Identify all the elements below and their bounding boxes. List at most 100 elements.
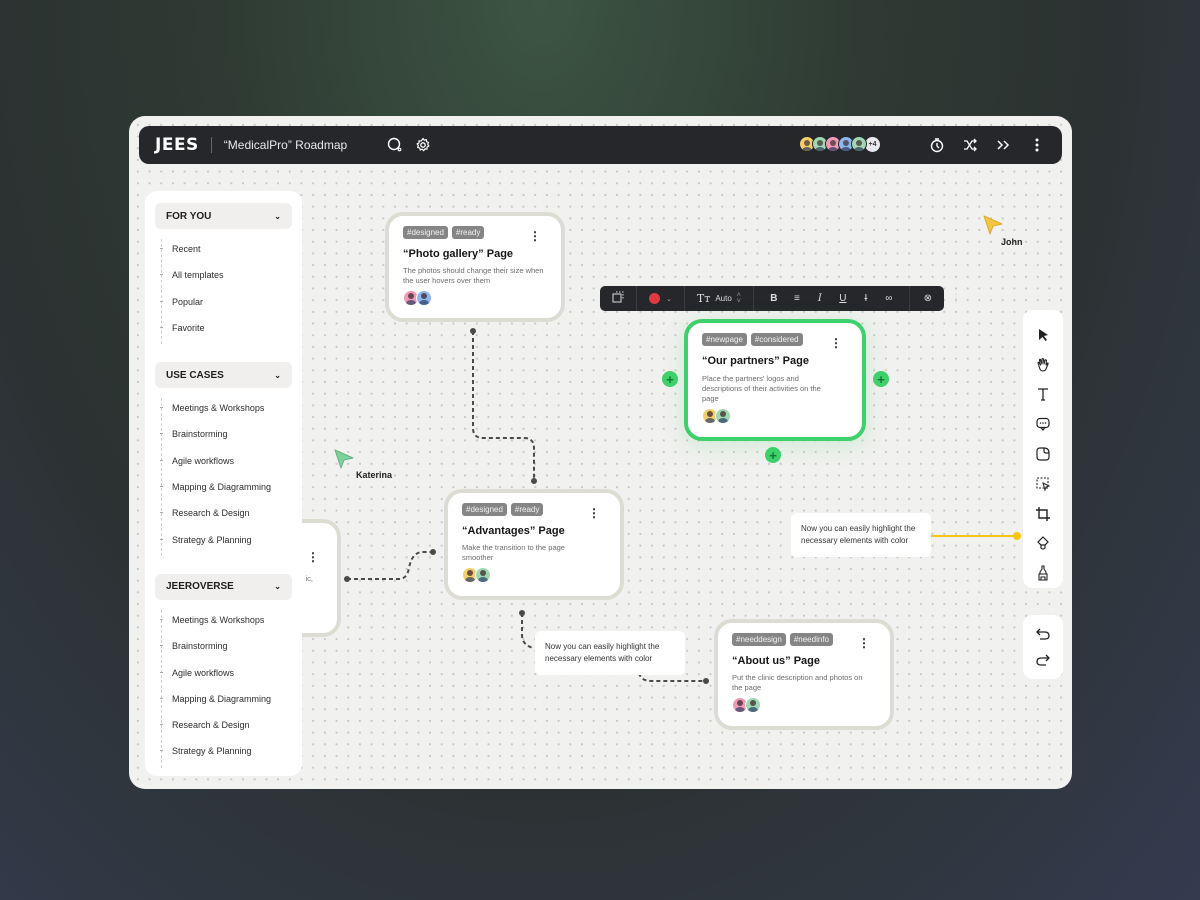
section-title: JEEROVERSE — [166, 581, 234, 593]
board-title[interactable]: “MedicalPro” Roadmap — [224, 138, 347, 152]
frame-icon[interactable] — [610, 291, 626, 306]
card-menu-button[interactable]: ⋮ — [830, 337, 842, 349]
section-use-cases[interactable]: USE CASES ⌄ — [155, 362, 292, 389]
sidebar-item-favorite[interactable]: Favorite — [160, 318, 292, 344]
connector-left-to-advantages — [347, 551, 433, 580]
sidebar-item[interactable]: Strategy & Planning — [160, 530, 292, 556]
format-toolbar: ⌄ Tт Auto ˄ ˅ B ≡ I U I ∞ ⊗ ⋮ — [600, 286, 961, 311]
more-vertical-icon[interactable]: ⋮ — [948, 293, 964, 304]
connector-node — [703, 678, 709, 684]
sidebar: FOR YOU ⌄ Recent All templates Popular F… — [145, 191, 302, 776]
text-size-icon: Tт — [696, 292, 711, 305]
color-swatch[interactable] — [649, 293, 660, 304]
sidebar-item[interactable]: Strategy & Planning — [160, 741, 292, 767]
font-size-value[interactable]: Auto — [715, 294, 731, 303]
cursor-label: John — [1001, 237, 1023, 247]
tag[interactable]: #needinfo — [789, 633, 833, 646]
card-description: Make the transition to the page smoother — [462, 543, 565, 562]
add-connection-right-button[interactable]: + — [873, 371, 889, 387]
font-size-control[interactable]: Tт Auto ˄ ˅ — [685, 286, 754, 311]
strikethrough-icon[interactable]: I — [858, 293, 874, 304]
sidebar-item-recent[interactable]: Recent — [160, 239, 292, 265]
tag[interactable]: #ready — [510, 503, 544, 516]
card-our-partners[interactable]: #newpage #considered ⋮ “Our partners” Pa… — [684, 319, 866, 441]
hand-icon[interactable] — [1032, 350, 1054, 380]
toolbar-group: ⊗ ⋮ — [910, 286, 974, 311]
tag[interactable]: #ready — [451, 226, 485, 239]
select-area-icon[interactable] — [1032, 469, 1054, 499]
avatar[interactable] — [416, 290, 432, 306]
sidebar-item[interactable]: Mapping & Diagramming — [160, 689, 292, 715]
section-for-you[interactable]: FOR YOU ⌄ — [155, 203, 292, 229]
sidebar-item[interactable]: Research & Design — [160, 715, 292, 741]
section-jeeroverse[interactable]: JEEROVERSE ⌄ — [155, 573, 292, 600]
pointer-icon[interactable] — [1032, 320, 1054, 350]
underline-icon[interactable]: U — [835, 293, 851, 304]
color-picker[interactable]: ⌄ — [637, 286, 685, 311]
app-window: JEES “MedicalPro” Roadmap +4 ⋮ ic, FOR Y… — [129, 116, 1072, 789]
align-center-icon[interactable]: ≡ — [789, 293, 805, 304]
card-menu-button[interactable]: ⋮ — [307, 551, 319, 563]
tag[interactable]: #needdesign — [732, 633, 786, 646]
card-menu-button[interactable]: ⋮ — [529, 230, 541, 242]
card-description: Put the clinic description and photos on… — [732, 673, 863, 692]
card-title: “Our partners” Page — [702, 355, 809, 367]
card-photo-gallery[interactable]: #designed #ready ⋮ “Photo gallery” Page … — [385, 212, 565, 322]
shuffle-icon[interactable] — [960, 135, 980, 155]
sidebar-item[interactable]: Agile workflows — [160, 451, 292, 477]
redo-icon[interactable] — [1032, 650, 1054, 670]
connector-node — [531, 478, 537, 484]
add-connection-left-button[interactable]: + — [662, 371, 678, 387]
settings-icon[interactable] — [413, 135, 433, 155]
sidebar-item-all-templates[interactable]: All templates — [160, 265, 292, 291]
sidebar-item[interactable]: Research & Design — [160, 503, 292, 529]
sidebar-item[interactable]: Meetings & Workshops — [160, 398, 292, 424]
stepper-icon[interactable]: ˄ ˅ — [737, 292, 741, 305]
avatar[interactable] — [715, 408, 731, 424]
avatar[interactable] — [475, 567, 491, 583]
sidebar-item[interactable]: Brainstorming — [160, 424, 292, 450]
search-icon[interactable] — [385, 135, 405, 155]
bold-icon[interactable]: B — [766, 293, 782, 304]
section-title: USE CASES — [166, 369, 224, 381]
timer-icon[interactable] — [927, 135, 947, 155]
sidebar-item[interactable]: Mapping & Diagramming — [160, 477, 292, 503]
collaborator-avatars[interactable]: +4 — [799, 136, 881, 153]
more-vertical-icon[interactable] — [1027, 135, 1047, 155]
card-assignees — [732, 697, 876, 713]
tag[interactable]: #newpage — [702, 333, 747, 346]
add-connection-bottom-button[interactable]: + — [765, 447, 781, 463]
tag[interactable]: #considered — [750, 333, 803, 346]
link-icon[interactable]: ∞ — [881, 293, 897, 304]
tag[interactable]: #designed — [462, 503, 507, 516]
italic-icon[interactable]: I — [812, 293, 828, 304]
card-menu-button[interactable]: ⋮ — [858, 637, 870, 649]
sidebar-item[interactable]: Brainstorming — [160, 636, 292, 662]
chevron-down-icon: ⌄ — [666, 295, 672, 303]
double-chevron-right-icon[interactable] — [993, 135, 1013, 155]
sticky-note[interactable]: Now you can easily highlight the necessa… — [535, 631, 685, 675]
avatar[interactable] — [745, 697, 761, 713]
style-icon[interactable]: ⊗ — [920, 293, 936, 304]
sticky-note[interactable]: Now you can easily highlight the necessa… — [791, 513, 931, 557]
shape-icon[interactable] — [1032, 528, 1054, 558]
crop-icon[interactable] — [1032, 499, 1054, 529]
tag[interactable]: #designed — [403, 226, 448, 239]
sidebar-item-popular[interactable]: Popular — [160, 292, 292, 318]
card-description: Place the partners’ logos and descriptio… — [702, 374, 821, 403]
pen-icon[interactable] — [1032, 558, 1054, 588]
sticky-note-icon[interactable] — [1032, 439, 1054, 469]
avatar[interactable] — [851, 136, 867, 152]
undo-icon[interactable] — [1032, 624, 1054, 644]
chevron-down-icon: ⌄ — [274, 211, 281, 221]
comment-icon[interactable] — [1032, 409, 1054, 439]
sidebar-item[interactable]: Agile workflows — [160, 663, 292, 689]
card-advantages[interactable]: #designed #ready ⋮ “Advantages” Page Mak… — [444, 489, 624, 600]
tag-list: #needdesign #needinfo — [732, 633, 876, 646]
sidebar-item[interactable]: Meetings & Workshops — [160, 610, 292, 636]
card-about-us[interactable]: #needdesign #needinfo ⋮ “About us” Page … — [714, 619, 894, 730]
app-logo[interactable]: JEES — [155, 135, 199, 155]
card-menu-button[interactable]: ⋮ — [588, 507, 600, 519]
card-title: “About us” Page — [732, 655, 821, 667]
text-icon[interactable] — [1032, 380, 1054, 410]
